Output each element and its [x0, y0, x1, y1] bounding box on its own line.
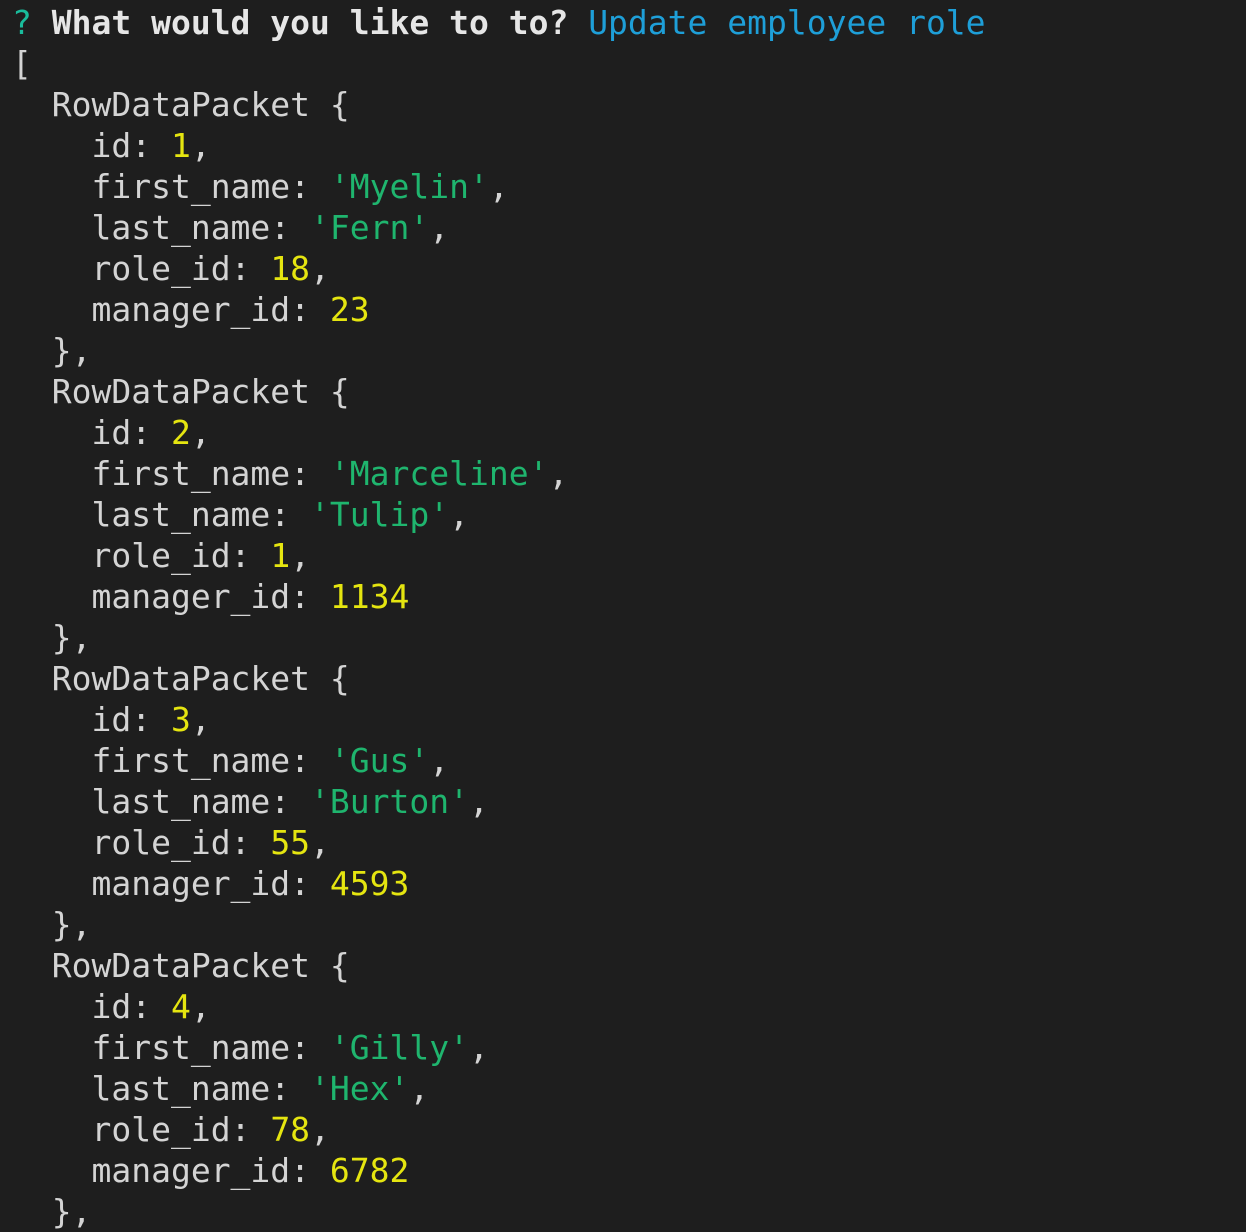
packet-header: RowDataPacket { [51, 85, 350, 124]
field-value-first-name: 'Gus' [329, 741, 430, 780]
field-value-first-name: 'Myelin' [329, 167, 489, 206]
packet-close: }, [12, 618, 92, 657]
field-line-id: id: 4, [91, 987, 211, 1026]
field-line-first-name: first_name: 'Gilly', [91, 1028, 489, 1067]
field-value-manager-id: 6782 [329, 1151, 410, 1190]
field-value-last-name: 'Hex' [310, 1069, 410, 1108]
field-value-role-id: 1 [270, 536, 291, 575]
field-key: last_name [91, 1069, 271, 1108]
field-value-role-id: 55 [270, 823, 311, 862]
field-key: last_name [91, 208, 271, 247]
field-line-role-id: role_id: 78, [91, 1110, 330, 1149]
field-value-manager-id: 1134 [329, 577, 410, 616]
field-line-role-id: role_id: 1, [91, 536, 311, 575]
packet-header: RowDataPacket { [51, 946, 350, 985]
field-line-id: id: 1, [91, 126, 211, 165]
field-key: id [91, 126, 132, 165]
field-line-id: id: 3, [91, 700, 211, 739]
field-line-last-name: last_name: 'Burton', [91, 782, 489, 821]
packet-label: RowDataPacket [51, 372, 311, 411]
field-line-role-id: role_id: 18, [91, 249, 330, 288]
packet-label: RowDataPacket [51, 85, 311, 124]
field-key: first_name [91, 1028, 291, 1067]
open-bracket: [ [12, 44, 32, 83]
field-key: role_id [91, 823, 231, 862]
field-line-first-name: first_name: 'Gus', [91, 741, 450, 780]
field-key: manager_id [91, 1151, 291, 1190]
prompt-answer: Update employee role [588, 3, 986, 42]
field-key: role_id [91, 1110, 231, 1149]
field-value-first-name: 'Marceline' [329, 454, 549, 493]
field-key: manager_id [91, 290, 291, 329]
field-value-role-id: 78 [270, 1110, 311, 1149]
field-value-manager-id: 23 [329, 290, 370, 329]
field-line-last-name: last_name: 'Hex', [91, 1069, 430, 1108]
field-value-id: 3 [170, 700, 191, 739]
field-key: id [91, 700, 132, 739]
field-value-id: 1 [170, 126, 191, 165]
field-value-id: 2 [170, 413, 191, 452]
field-value-first-name: 'Gilly' [329, 1028, 469, 1067]
field-key: role_id [91, 249, 231, 288]
field-line-first-name: first_name: 'Myelin', [91, 167, 509, 206]
field-line-manager-id: manager_id: 6782 [91, 1151, 410, 1190]
terminal-output: ? What would you like to to? Update empl… [12, 0, 1238, 1232]
packet-header: RowDataPacket { [51, 659, 350, 698]
field-value-manager-id: 4593 [329, 864, 410, 903]
packet-close: }, [12, 331, 92, 370]
field-line-first-name: first_name: 'Marceline', [91, 454, 569, 493]
field-value-last-name: 'Burton' [310, 782, 469, 821]
field-line-manager-id: manager_id: 1134 [91, 577, 410, 616]
field-key: id [91, 987, 132, 1026]
prompt-marker: ? [12, 3, 32, 42]
field-key: manager_id [91, 577, 291, 616]
field-key: first_name [91, 167, 291, 206]
field-key: id [91, 413, 132, 452]
field-value-id: 4 [170, 987, 191, 1026]
field-value-last-name: 'Fern' [310, 208, 430, 247]
field-key: role_id [91, 536, 231, 575]
field-key: last_name [91, 782, 271, 821]
packet-close: }, [12, 1192, 92, 1231]
field-line-manager-id: manager_id: 4593 [91, 864, 410, 903]
packet-label: RowDataPacket [51, 659, 311, 698]
packet-header: RowDataPacket { [51, 372, 350, 411]
field-line-role-id: role_id: 55, [91, 823, 330, 862]
prompt-line: ? What would you like to to? Update empl… [12, 2, 986, 43]
field-value-last-name: 'Tulip' [310, 495, 450, 534]
packet-label: RowDataPacket [51, 946, 311, 985]
field-key: manager_id [91, 864, 291, 903]
field-line-last-name: last_name: 'Tulip', [91, 495, 469, 534]
field-key: first_name [91, 454, 291, 493]
prompt-question: What would you like to to? [51, 3, 569, 42]
field-value-role-id: 18 [270, 249, 311, 288]
field-line-id: id: 2, [91, 413, 211, 452]
packet-close: }, [12, 905, 92, 944]
field-line-last-name: last_name: 'Fern', [91, 208, 450, 247]
field-line-manager-id: manager_id: 23 [91, 290, 370, 329]
field-key: first_name [91, 741, 291, 780]
field-key: last_name [91, 495, 271, 534]
